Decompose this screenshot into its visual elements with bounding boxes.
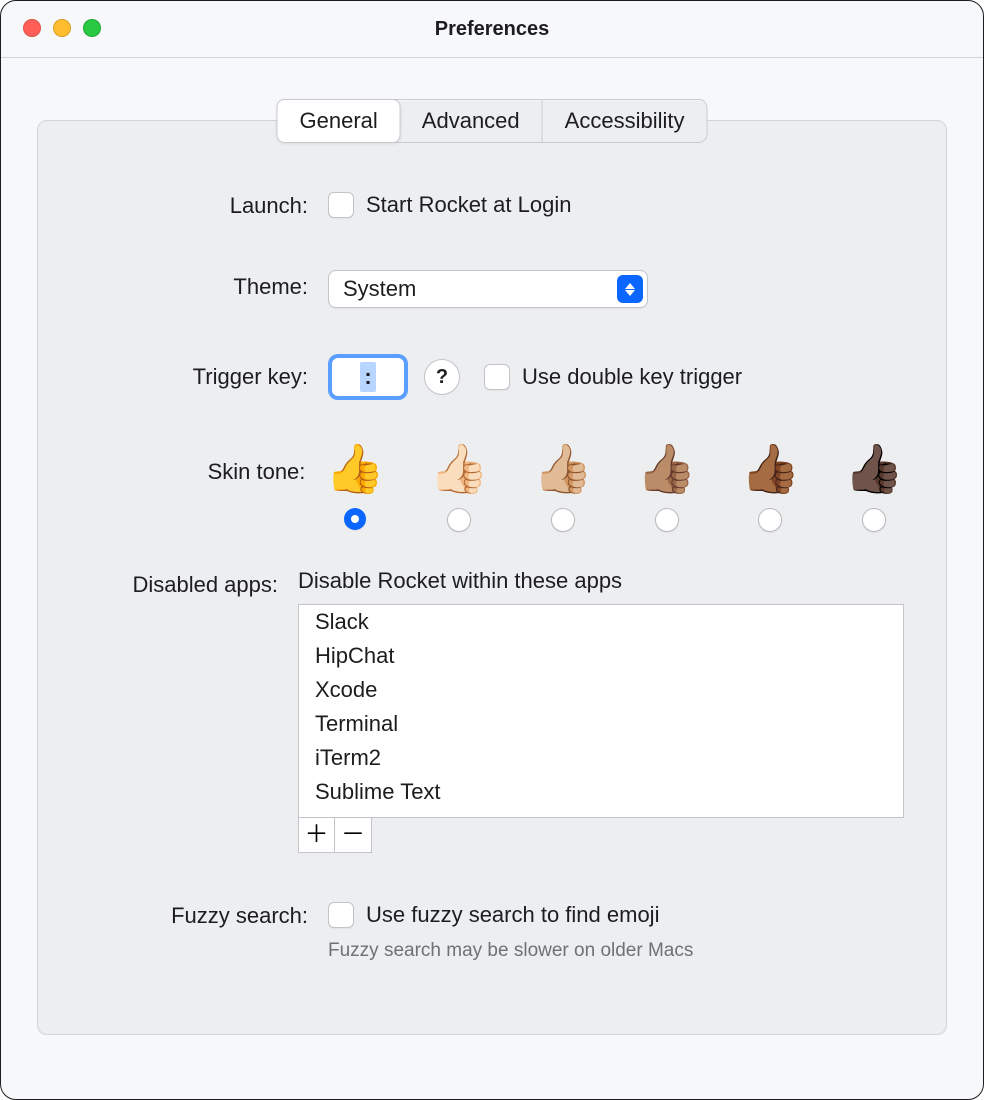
thumbs-up-icon: 👍🏽 bbox=[637, 446, 697, 494]
window-title: Preferences bbox=[435, 18, 550, 41]
select-stepper-icon bbox=[617, 275, 643, 303]
fuzzy-search-hint: Fuzzy search may be slower on older Macs bbox=[328, 940, 904, 962]
skin-tone-group: 👍 👍🏻 👍🏼 👍🏽 👍🏾 👍🏿 bbox=[325, 446, 904, 532]
list-item[interactable]: HipChat bbox=[299, 639, 903, 673]
trigger-key-input[interactable]: : bbox=[328, 354, 408, 400]
launch-at-login-checkbox[interactable]: Start Rocket at Login bbox=[328, 189, 571, 221]
theme-value: System bbox=[343, 276, 416, 302]
disabled-apps-add-remove: ＋ － bbox=[298, 817, 372, 853]
thumbs-up-icon: 👍🏻 bbox=[429, 446, 489, 494]
skin-tone-option[interactable]: 👍🏻 bbox=[429, 446, 489, 532]
fuzzy-search-label: Fuzzy search: bbox=[80, 899, 328, 933]
add-app-button[interactable]: ＋ bbox=[299, 818, 335, 852]
skin-tone-radio[interactable] bbox=[344, 508, 366, 530]
tab-accessibility[interactable]: Accessibility bbox=[543, 100, 707, 142]
checkbox-icon bbox=[484, 364, 510, 390]
launch-at-login-label: Start Rocket at Login bbox=[366, 189, 571, 221]
skin-tone-option[interactable]: 👍🏿 bbox=[844, 446, 904, 532]
plus-icon: ＋ bbox=[305, 823, 329, 847]
trigger-key-value: : bbox=[360, 362, 375, 392]
double-key-trigger-label: Use double key trigger bbox=[522, 361, 742, 393]
fuzzy-search-checkbox[interactable]: Use fuzzy search to find emoji bbox=[328, 899, 659, 931]
trigger-key-label: Trigger key: bbox=[80, 360, 328, 394]
skin-tone-radio[interactable] bbox=[862, 508, 886, 532]
skin-tone-radio[interactable] bbox=[758, 508, 782, 532]
checkbox-icon bbox=[328, 902, 354, 928]
close-window-button[interactable] bbox=[23, 19, 41, 37]
trigger-key-help-button[interactable]: ? bbox=[424, 359, 460, 395]
thumbs-up-icon: 👍🏾 bbox=[740, 446, 800, 494]
thumbs-up-icon: 👍 bbox=[325, 446, 385, 494]
skin-tone-option[interactable]: 👍 bbox=[325, 446, 385, 532]
list-item[interactable]: Terminal bbox=[299, 707, 903, 741]
theme-label: Theme: bbox=[80, 270, 328, 304]
zoom-window-button[interactable] bbox=[83, 19, 101, 37]
skin-tone-label: Skin tone: bbox=[80, 446, 325, 498]
list-item[interactable]: Slack bbox=[299, 605, 903, 639]
minus-icon: － bbox=[341, 823, 365, 847]
skin-tone-radio[interactable] bbox=[551, 508, 575, 532]
skin-tone-option[interactable]: 👍🏼 bbox=[533, 446, 593, 532]
remove-app-button[interactable]: － bbox=[335, 818, 371, 852]
preferences-panel: General Advanced Accessibility Launch: S… bbox=[37, 120, 947, 1035]
theme-select[interactable]: System bbox=[328, 270, 648, 308]
disabled-apps-label: Disabled apps: bbox=[80, 568, 298, 602]
disabled-apps-description: Disable Rocket within these apps bbox=[298, 568, 904, 594]
preferences-window: Preferences General Advanced Accessibili… bbox=[0, 0, 984, 1100]
thumbs-up-icon: 👍🏿 bbox=[844, 446, 904, 494]
titlebar: Preferences bbox=[1, 1, 983, 58]
skin-tone-option[interactable]: 👍🏾 bbox=[740, 446, 800, 532]
list-item[interactable]: iTerm2 bbox=[299, 741, 903, 775]
skin-tone-radio[interactable] bbox=[447, 508, 471, 532]
help-icon: ? bbox=[436, 366, 448, 389]
window-controls bbox=[23, 19, 101, 37]
minimize-window-button[interactable] bbox=[53, 19, 71, 37]
fuzzy-search-checkbox-label: Use fuzzy search to find emoji bbox=[366, 899, 659, 931]
thumbs-up-icon: 👍🏼 bbox=[533, 446, 593, 494]
tab-advanced[interactable]: Advanced bbox=[400, 100, 543, 142]
tab-general[interactable]: General bbox=[277, 99, 401, 143]
launch-label: Launch: bbox=[80, 189, 328, 223]
list-item[interactable]: Sublime Text bbox=[299, 775, 903, 809]
checkbox-icon bbox=[328, 192, 354, 218]
tabbar: General Advanced Accessibility bbox=[277, 99, 708, 143]
skin-tone-option[interactable]: 👍🏽 bbox=[637, 446, 697, 532]
double-key-trigger-checkbox[interactable]: Use double key trigger bbox=[484, 361, 742, 393]
disabled-apps-list[interactable]: SlackHipChatXcodeTerminaliTerm2Sublime T… bbox=[298, 604, 904, 818]
skin-tone-radio[interactable] bbox=[655, 508, 679, 532]
list-item[interactable]: Xcode bbox=[299, 673, 903, 707]
